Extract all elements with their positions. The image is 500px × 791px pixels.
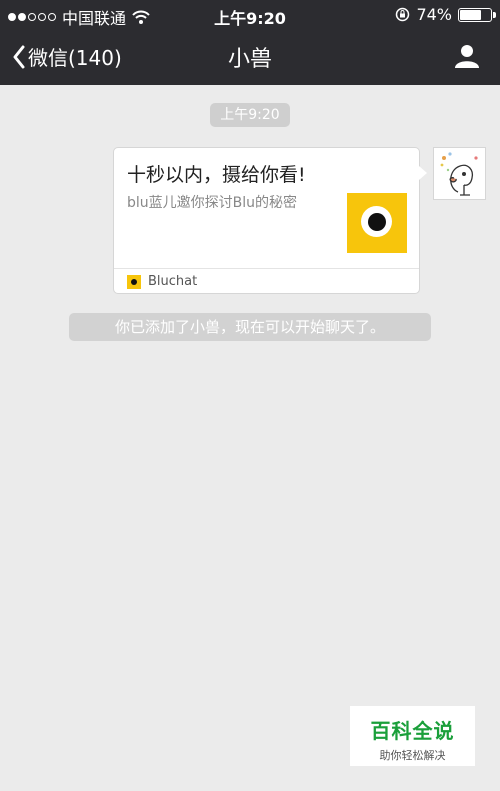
page-title: 小兽 [227,47,272,72]
system-message: 你已添加了小兽，现在可以开始聊天了。 [69,313,431,341]
status-bar: 中国联通 上午9:20 74% [0,0,500,30]
avatar-illustration-icon [440,152,478,196]
eye-logo-icon [361,206,392,237]
nav-bar: 微信(140) 小兽 [0,30,500,85]
card-description: blu蓝儿邀你探讨Blu的秘密 [127,195,298,211]
avatar[interactable] [433,147,486,200]
card-divider [114,268,419,269]
card-title: 十秒以内，摄给你看! [127,164,306,186]
rotation-lock-icon [396,7,410,22]
watermark-subtitle: 助你轻松解决 [379,749,446,762]
battery-icon [458,7,496,22]
bluchat-logo-icon [127,274,141,289]
card-thumbnail [347,193,407,253]
link-card-message[interactable]: 十秒以内，摄给你看! blu蓝儿邀你探讨Blu的秘密 Bluchat [113,147,427,294]
user-icon [455,45,479,68]
message-timestamp: 上午9:20 [210,103,290,127]
card-source-label: Bluchat [148,274,198,289]
watermark-logo: 百科全说 助你轻松解决 [350,706,475,766]
watermark-title: 百科全说 [370,719,455,743]
battery-percent: 74% [416,5,452,24]
card-source: Bluchat [127,274,197,289]
status-right: 74% [395,5,496,24]
profile-button[interactable] [454,43,480,73]
